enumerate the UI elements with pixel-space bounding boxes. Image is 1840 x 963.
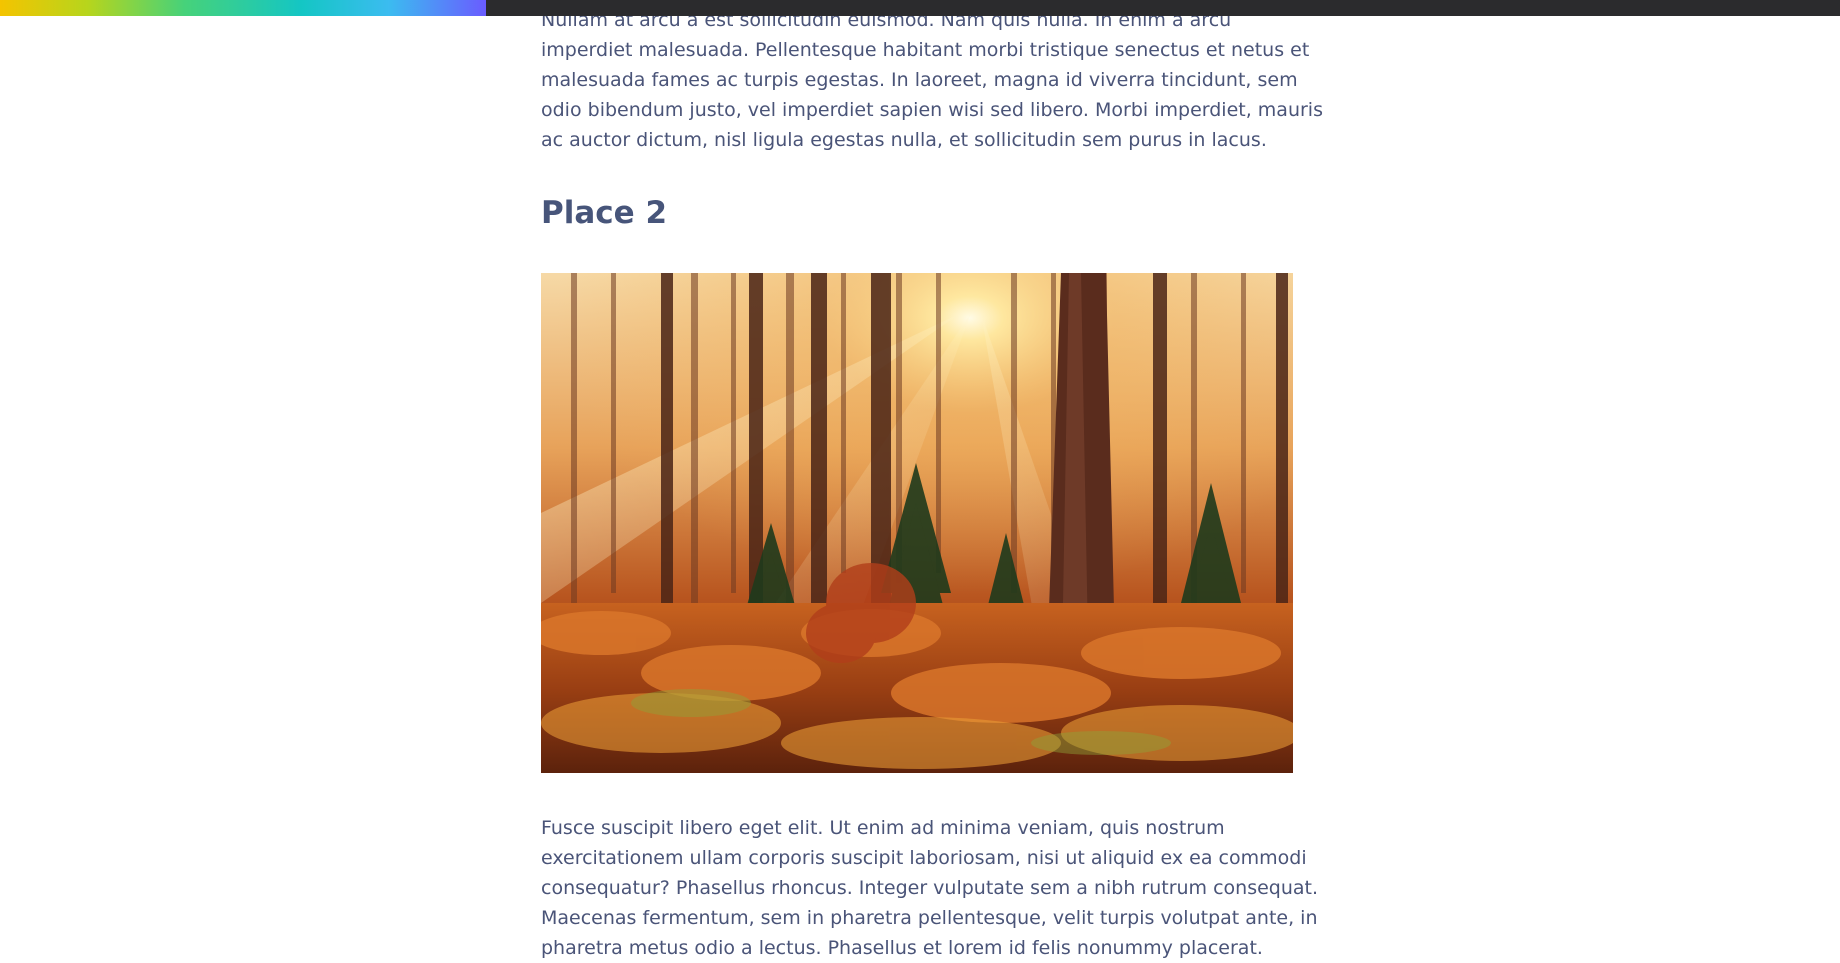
paragraph-line: Maecenas fermentum, sem in pharetra pell… xyxy=(541,907,1318,929)
article-paragraph: Nullam at arcu a est sollicitudin euismo… xyxy=(541,5,1323,155)
paragraph-line: Fusce suscipit libero eget elit. Ut enim… xyxy=(541,817,1225,839)
reading-progress-fill xyxy=(0,0,486,16)
paragraph-line: ac auctor dictum, nisl ligula egestas nu… xyxy=(541,129,1267,151)
paragraph-line: exercitationem ullam corporis suscipit l… xyxy=(541,847,1307,869)
paragraph-line: malesuada fames ac turpis egestas. In la… xyxy=(541,69,1298,91)
article-paragraph: Fusce suscipit libero eget elit. Ut enim… xyxy=(541,813,1319,963)
paragraph-line: imperdiet malesuada. Pellentesque habita… xyxy=(541,39,1310,61)
paragraph-line: consequatur? Phasellus rhoncus. Integer … xyxy=(541,877,1319,899)
paragraph-line: pharetra metus odio a lectus. Phasellus … xyxy=(541,937,1263,959)
paragraph-line: odio bibendum justo, vel imperdiet sapie… xyxy=(541,99,1323,121)
section-heading: Place 2 xyxy=(541,195,668,231)
reading-progress-bar xyxy=(0,0,1840,16)
forest-photo xyxy=(541,273,1293,773)
